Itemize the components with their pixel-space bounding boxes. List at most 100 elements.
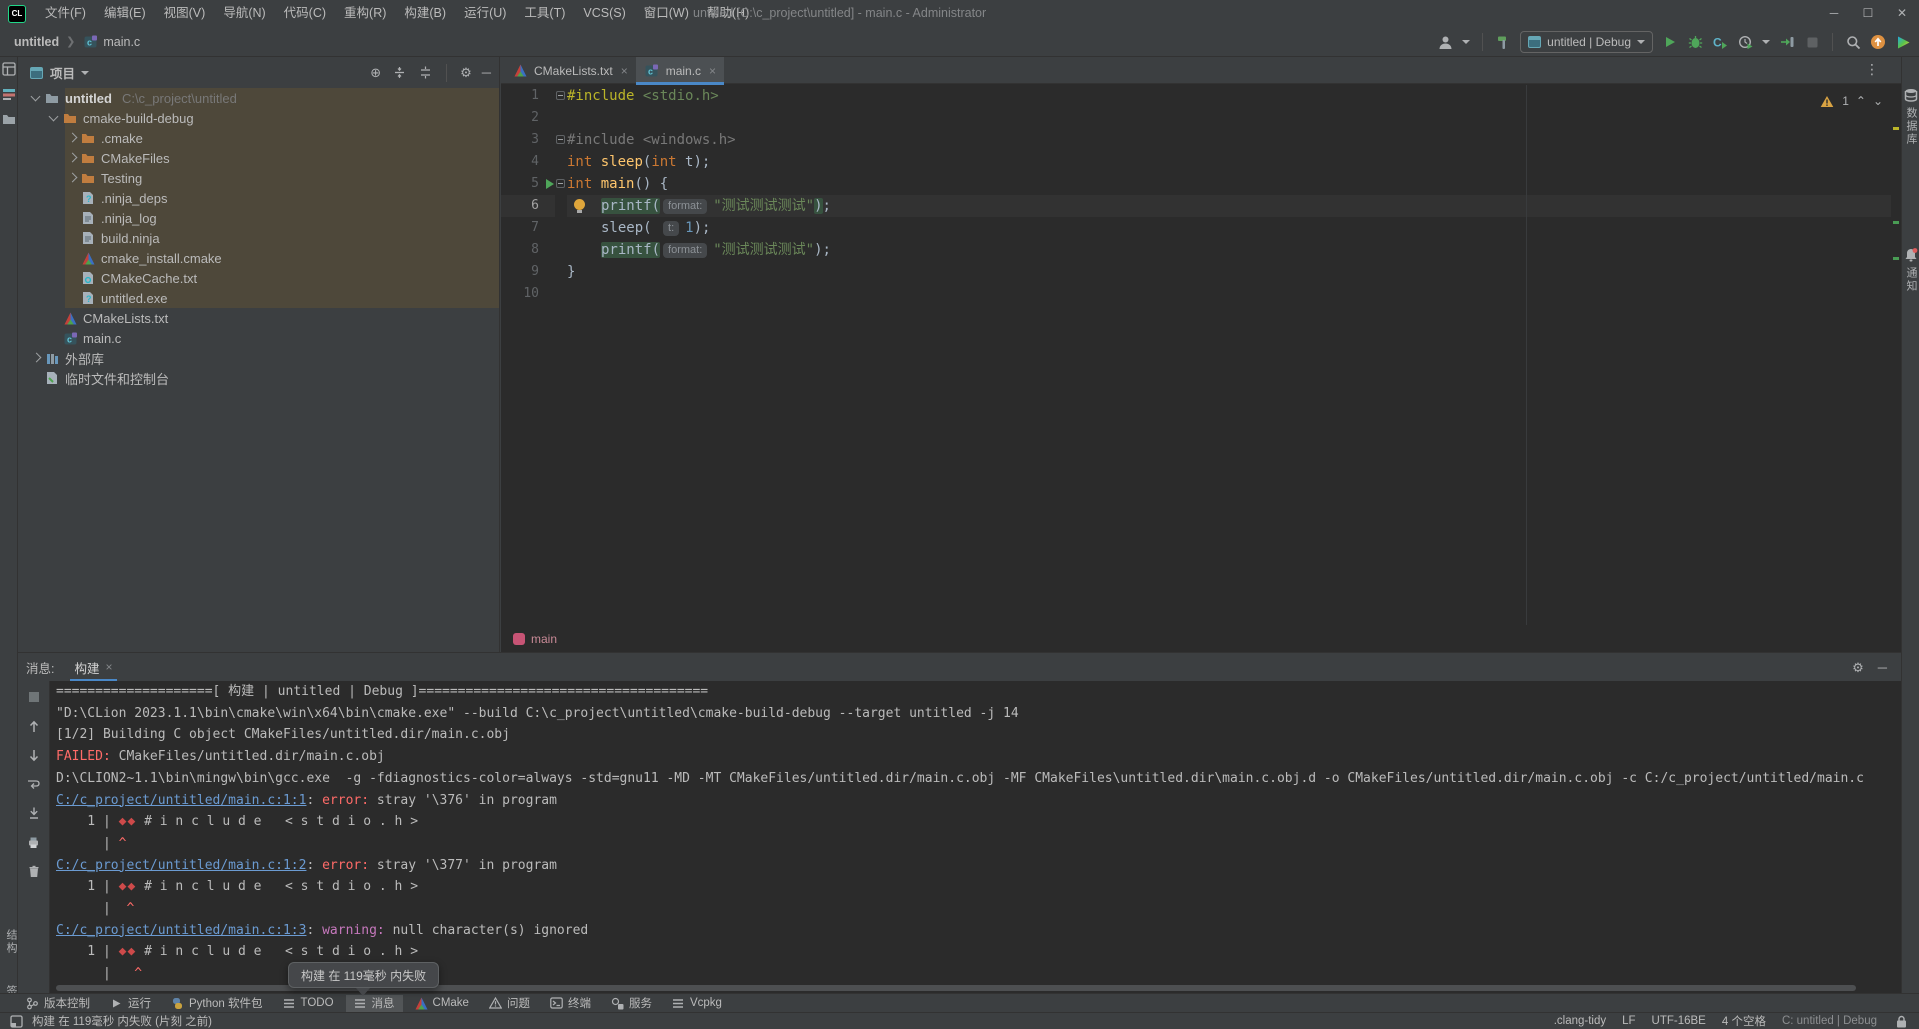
status-message[interactable]: 构建 在 119毫秒 内失败 (片刻 之前) — [32, 1013, 212, 1029]
attach-process-icon[interactable] — [1779, 34, 1795, 50]
toolwindow-button-终端[interactable]: 终端 — [542, 995, 599, 1012]
toolwindow-switcher-icon[interactable] — [8, 1013, 24, 1029]
tree-item-untitled.exe[interactable]: ? untitled.exe — [18, 288, 499, 308]
menu-重构[interactable]: 重构(R) — [335, 0, 395, 27]
hide-panel-icon[interactable]: ─ — [482, 66, 491, 79]
collapse-all-icon[interactable] — [391, 65, 407, 81]
tree-chevron-icon[interactable] — [66, 133, 76, 143]
menu-构建[interactable]: 构建(B) — [395, 0, 455, 27]
toolwindow-button-Python 软件包[interactable]: Python 软件包 — [163, 995, 271, 1012]
close-tab-icon[interactable]: × — [709, 64, 716, 78]
user-dropdown-caret-icon[interactable] — [1462, 40, 1471, 44]
commit-toolwindow-icon[interactable] — [1, 86, 17, 102]
tree-chevron-icon[interactable] — [48, 113, 58, 123]
menu-运行[interactable]: 运行(U) — [455, 0, 515, 27]
tree-item-.ninja_deps[interactable]: ? .ninja_deps — [18, 188, 499, 208]
clear-all-icon[interactable] — [26, 863, 42, 879]
code-line-1[interactable]: #include <stdio.h> — [567, 85, 1891, 107]
gutter-line-9[interactable]: 9 — [501, 261, 555, 283]
info-mark[interactable] — [1893, 257, 1899, 260]
breadcrumb-function[interactable]: main — [531, 632, 557, 646]
tree-item-.ninja_log[interactable]: .ninja_log — [18, 208, 499, 228]
tree-item-cmake_install.cmake[interactable]: cmake_install.cmake — [18, 248, 499, 268]
database-toolwindow-button[interactable]: 数据库 — [1902, 87, 1919, 146]
folder-toolwindow-icon[interactable] — [1, 111, 17, 127]
update-available-icon[interactable] — [1870, 34, 1886, 50]
messages-settings-gear-icon[interactable]: ⚙ — [1852, 661, 1864, 674]
highlighting-level-lock-icon[interactable] — [1893, 1013, 1909, 1029]
prev-problem-icon[interactable]: ⌃ — [1856, 94, 1866, 108]
code-line-5[interactable]: int main() { — [567, 173, 1891, 195]
run-configuration-select[interactable]: untitled | Debug — [1520, 31, 1653, 53]
tree-item--[interactable]: 外部库 — [18, 348, 499, 368]
close-tab-icon[interactable]: × — [106, 660, 113, 674]
inspections-widget[interactable]: 1 ⌃ ⌄ — [1819, 93, 1883, 109]
breadcrumb-project[interactable]: untitled — [14, 35, 59, 49]
profiler-button-icon[interactable] — [1737, 34, 1753, 50]
tree-item-Testing[interactable]: Testing — [18, 168, 499, 188]
menu-窗口[interactable]: 窗口(W) — [635, 0, 698, 27]
status-item[interactable]: UTF-16BE — [1652, 1015, 1706, 1027]
toolwindow-button-运行[interactable]: 运行 — [102, 995, 159, 1012]
status-item[interactable]: 4 个空格 — [1722, 1013, 1766, 1029]
minimize-window-button[interactable]: ─ — [1817, 0, 1851, 27]
tree-chevron-icon[interactable] — [66, 153, 76, 163]
panel-settings-gear-icon[interactable]: ⚙ — [460, 66, 472, 79]
build-console[interactable]: ====================[ 构建 | untitled | De… — [56, 681, 1901, 983]
status-item[interactable]: .clang-tidy — [1554, 1015, 1606, 1027]
soft-wrap-icon[interactable] — [26, 776, 42, 792]
tree-item-build.ninja[interactable]: build.ninja — [18, 228, 499, 248]
notifications-toolwindow-button[interactable]: 通知 — [1902, 247, 1919, 293]
tree-chevron-icon[interactable] — [30, 353, 40, 363]
build-tab[interactable]: 构建 × — [70, 653, 117, 681]
menu-导航[interactable]: 导航(N) — [214, 0, 274, 27]
code-line-7[interactable]: sleep( t: 1); — [567, 217, 1891, 239]
breadcrumb-file[interactable]: main.c — [103, 35, 140, 49]
code-line-3[interactable]: #include <windows.h> — [567, 129, 1891, 151]
arrow-down-icon[interactable] — [26, 747, 42, 763]
menu-工具[interactable]: 工具(T) — [515, 0, 574, 27]
fold-marker-icon[interactable] — [556, 135, 565, 144]
scroll-to-end-icon[interactable] — [26, 805, 42, 821]
close-tab-icon[interactable]: × — [621, 64, 628, 78]
print-icon[interactable] — [26, 834, 42, 850]
gutter-line-4[interactable]: 4 — [501, 151, 555, 173]
toolwindow-button-TODO[interactable]: TODO — [275, 995, 342, 1012]
gutter-line-3[interactable]: 3 — [501, 129, 555, 151]
editor-body[interactable]: 1 2 3 4 5 6 7 8 9 10 #include <stdio.h> #include <… — [501, 85, 1901, 625]
menu-文件[interactable]: 文件(F) — [36, 0, 95, 27]
run-gutter-icon[interactable] — [546, 179, 554, 189]
code-line-6[interactable]: printf(format: "测试测试测试"); — [567, 195, 1891, 217]
menu-VCS[interactable]: VCS(S) — [574, 0, 634, 27]
toolwindow-button-CMake[interactable]: CMake — [407, 995, 477, 1012]
close-window-button[interactable]: ✕ — [1885, 0, 1919, 27]
structure-toolwindow-button[interactable]: 结构 — [3, 929, 19, 955]
tree-chevron-icon[interactable] — [66, 173, 76, 183]
run-button-icon[interactable] — [1662, 34, 1678, 50]
project-toolwindow-icon[interactable] — [1, 61, 17, 77]
arrow-up-icon[interactable] — [26, 718, 42, 734]
tab-options-icon[interactable]: ⋮ — [1865, 61, 1879, 78]
locate-file-icon[interactable]: ⊕ — [370, 66, 381, 79]
gutter-line-10[interactable]: 10 — [501, 283, 555, 305]
gutter-line-6[interactable]: 6 — [501, 195, 555, 217]
code-area[interactable]: #include <stdio.h> #include <windows.h> in… — [567, 85, 1891, 625]
toolwindow-button-版本控制[interactable]: 版本控制 — [18, 995, 98, 1012]
expand-selection-icon[interactable] — [417, 65, 433, 81]
tree-item-main.c[interactable]: c main.c — [18, 328, 499, 348]
code-line-10[interactable] — [567, 283, 1891, 305]
fold-marker-icon[interactable] — [556, 91, 565, 100]
tree-item--[interactable]: 临时文件和控制台 — [18, 368, 499, 388]
code-line-2[interactable] — [567, 107, 1891, 129]
build-failed-balloon[interactable]: 构建 在 119毫秒 内失败 — [288, 962, 440, 988]
project-view-caret-icon[interactable] — [81, 70, 90, 75]
gutter-line-8[interactable]: 8 — [501, 239, 555, 261]
toolwindow-button-Vcpkg[interactable]: Vcpkg — [664, 995, 730, 1012]
info-mark[interactable] — [1893, 221, 1899, 224]
profiler-dropdown-caret-icon[interactable] — [1762, 40, 1770, 44]
code-line-9[interactable]: } — [567, 261, 1891, 283]
editor-tab-CMakeLists.txt[interactable]: CMakeLists.txt × — [504, 57, 636, 84]
code-line-8[interactable]: printf(format: "测试测试测试"); — [567, 239, 1891, 261]
profile-user-icon[interactable] — [1437, 34, 1453, 50]
debug-button-icon[interactable] — [1687, 34, 1703, 50]
